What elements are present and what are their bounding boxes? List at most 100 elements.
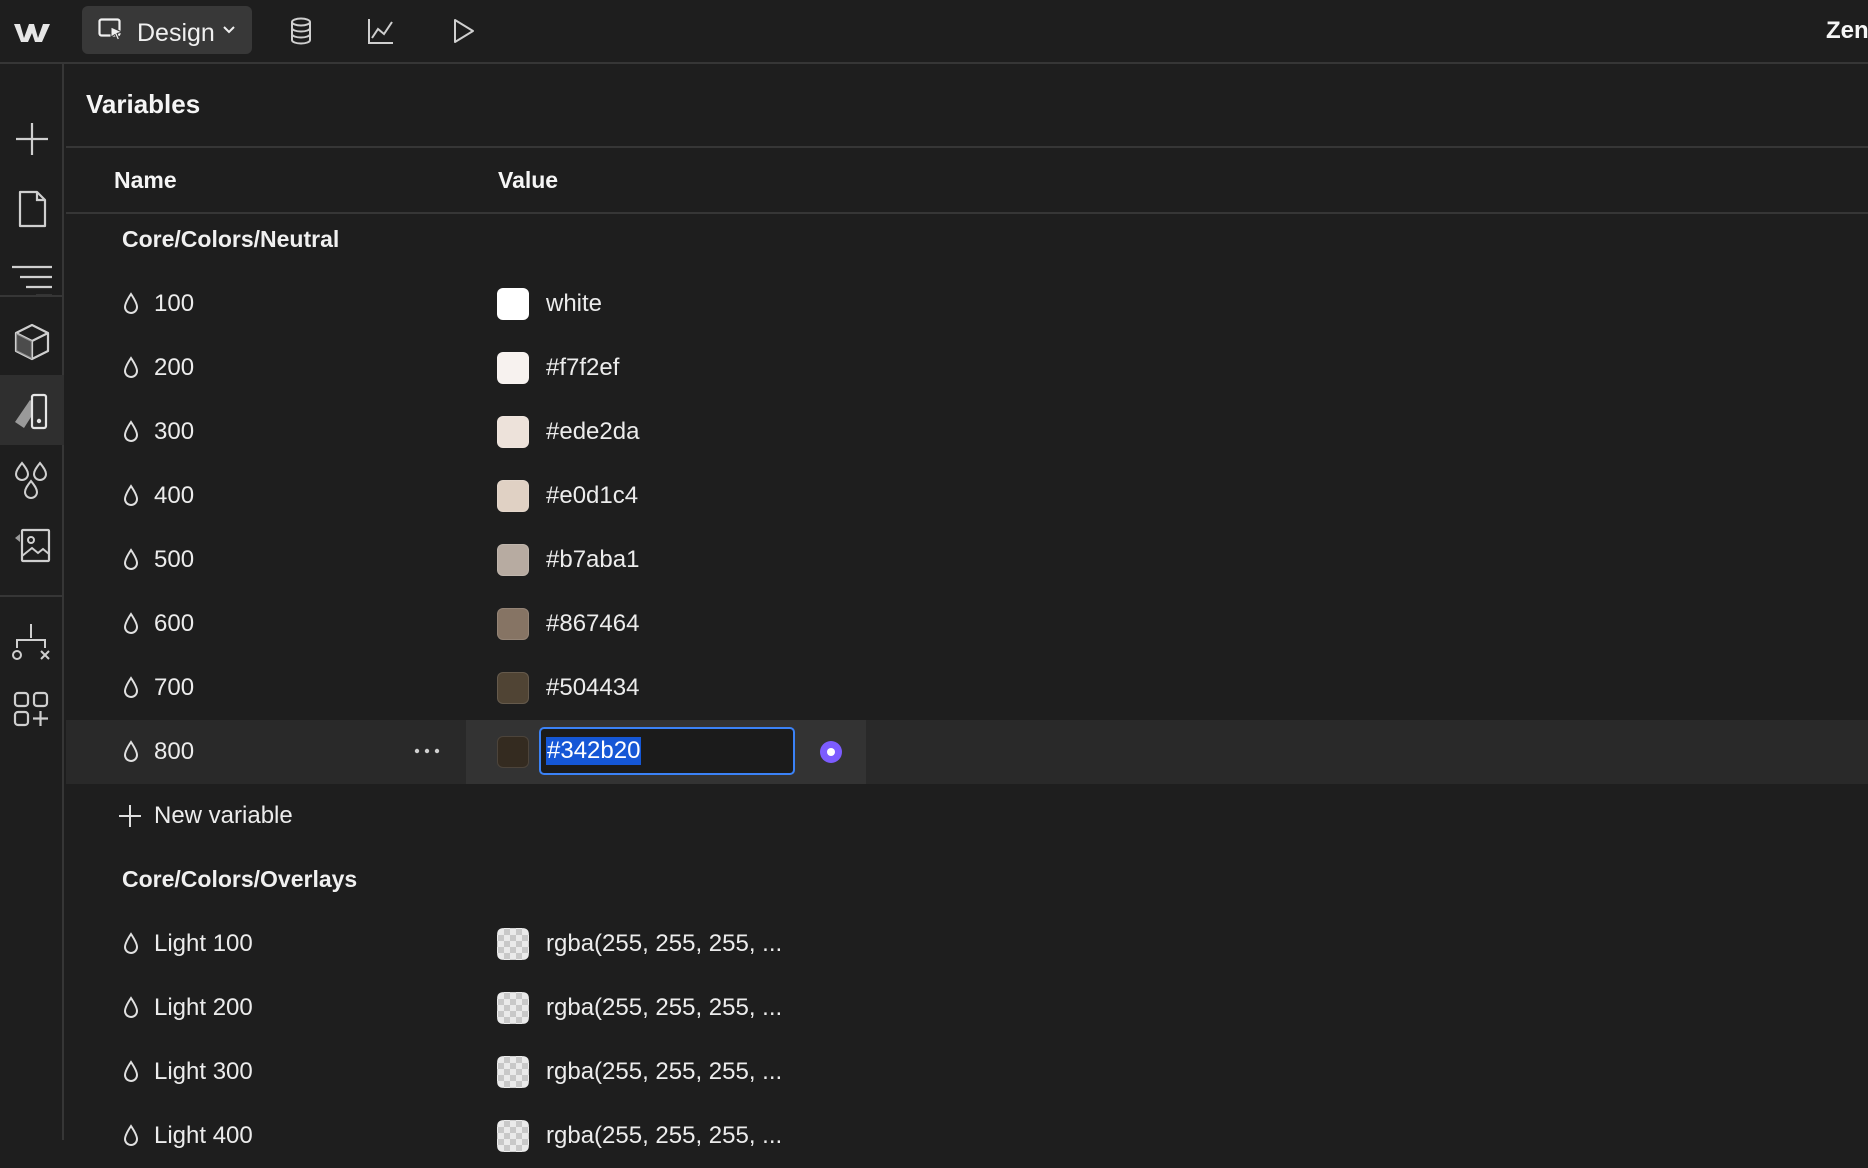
cursor-icon — [98, 18, 124, 41]
variable-row[interactable]: 100 white — [66, 272, 1868, 336]
rail-divider — [0, 295, 64, 297]
color-drop-icon — [123, 484, 139, 506]
plus-icon — [119, 805, 141, 827]
variable-name: Light 400 — [154, 1122, 253, 1149]
variable-name: 400 — [154, 482, 195, 509]
color-drop-icon — [123, 356, 139, 378]
header-divider — [66, 212, 1868, 214]
variable-value[interactable]: #ede2da — [546, 418, 639, 446]
variables-panel: Variables Name Value Core/Colors/Neutral… — [66, 64, 1868, 1152]
style-manager-icon — [15, 393, 48, 430]
variable-name: 700 — [154, 674, 195, 701]
color-swatch[interactable] — [497, 480, 529, 512]
database-icon[interactable] — [286, 16, 316, 46]
variable-row[interactable]: 600 #867464 — [66, 592, 1868, 656]
navigator-icon — [12, 265, 52, 297]
panel-title: Variables — [86, 89, 201, 119]
rail-variables-button[interactable] — [0, 442, 64, 512]
webflow-logo-icon[interactable] — [12, 14, 52, 48]
color-swatch[interactable] — [497, 608, 529, 640]
add-icon — [16, 123, 48, 155]
variable-value[interactable]: #867464 — [546, 610, 639, 638]
analytics-icon[interactable] — [366, 16, 396, 46]
rail-assets-button[interactable] — [0, 509, 64, 579]
selected-value-text: #342b20 — [546, 737, 642, 765]
assets-icon — [15, 528, 51, 563]
variable-name: Light 300 — [154, 1058, 253, 1085]
variable-row-selected[interactable]: 800 #342b20 — [66, 720, 1868, 784]
new-variable-label: New variable — [154, 802, 293, 829]
color-drop-icon — [123, 932, 139, 954]
color-drop-icon — [123, 612, 139, 634]
variable-name: 500 — [154, 546, 195, 573]
variable-row[interactable]: Light 200 rgba(255, 255, 255, ... — [66, 976, 1868, 1040]
design-mode-dropdown[interactable]: Design — [82, 6, 252, 54]
color-drop-icon — [123, 740, 139, 762]
color-swatch[interactable] — [497, 352, 529, 384]
variable-value[interactable]: #b7aba1 — [546, 546, 639, 574]
color-drop-icon — [123, 1124, 139, 1146]
variable-value[interactable]: white — [546, 290, 602, 318]
variable-row[interactable]: 700 #504434 — [66, 656, 1868, 720]
color-swatch[interactable] — [497, 288, 529, 320]
color-drop-icon — [123, 996, 139, 1018]
variable-name: 100 — [154, 290, 195, 317]
components-icon — [14, 323, 50, 361]
apps-icon — [13, 691, 49, 727]
rail-apps-button[interactable] — [0, 673, 64, 743]
transparent-swatch[interactable] — [497, 1056, 529, 1088]
variable-row[interactable]: Light 400 rgba(255, 255, 255, ... — [66, 1104, 1868, 1168]
play-icon[interactable] — [448, 16, 478, 46]
variable-name: 600 — [154, 610, 195, 637]
variable-row[interactable]: 300 #ede2da — [66, 400, 1868, 464]
variable-value[interactable]: #f7f2ef — [546, 354, 619, 382]
variable-row[interactable]: Light 300 rgba(255, 255, 255, ... — [66, 1040, 1868, 1104]
rail-pages-button[interactable] — [0, 172, 64, 242]
variable-value[interactable]: rgba(255, 255, 255, ... — [546, 1122, 782, 1150]
variable-value[interactable]: #e0d1c4 — [546, 482, 638, 510]
variable-name: Light 100 — [154, 930, 253, 957]
group-title-overlays[interactable]: Core/Colors/Overlays — [122, 866, 357, 893]
more-options-icon[interactable] — [413, 746, 441, 756]
variable-row[interactable]: 400 #e0d1c4 — [66, 464, 1868, 528]
color-swatch[interactable] — [497, 672, 529, 704]
title-divider — [66, 146, 1868, 148]
color-drop-icon — [123, 548, 139, 570]
variable-row[interactable]: 500 #b7aba1 — [66, 528, 1868, 592]
variable-value[interactable]: #504434 — [546, 674, 639, 702]
variable-name: Light 200 — [154, 994, 253, 1021]
value-edit-input[interactable]: #342b20 — [539, 727, 795, 775]
variables-icon — [14, 461, 48, 499]
color-swatch[interactable] — [497, 736, 529, 768]
variable-row[interactable]: 200 #f7f2ef — [66, 336, 1868, 400]
left-rail — [0, 64, 64, 1140]
rail-navigator-button[interactable] — [0, 240, 64, 310]
variable-row[interactable]: Light 100 rgba(255, 255, 255, ... — [66, 912, 1868, 976]
color-drop-icon — [123, 292, 139, 314]
transparent-swatch[interactable] — [497, 928, 529, 960]
mode-indicator-icon[interactable] — [819, 740, 843, 764]
column-header-name: Name — [114, 167, 177, 193]
variable-value[interactable]: rgba(255, 255, 255, ... — [546, 1058, 782, 1086]
variable-name: 300 — [154, 418, 195, 445]
rail-add-button[interactable] — [0, 102, 64, 172]
new-variable-button[interactable]: New variable — [66, 784, 666, 848]
color-swatch[interactable] — [497, 544, 529, 576]
variable-value[interactable]: rgba(255, 255, 255, ... — [546, 994, 782, 1022]
user-name[interactable]: Zen — [1826, 17, 1868, 45]
variable-value[interactable]: rgba(255, 255, 255, ... — [546, 930, 782, 958]
rail-logic-button[interactable] — [0, 605, 64, 675]
transparent-swatch[interactable] — [497, 992, 529, 1024]
color-swatch[interactable] — [497, 416, 529, 448]
variable-name: 800 — [154, 738, 195, 765]
rail-components-button[interactable] — [0, 305, 64, 375]
transparent-swatch[interactable] — [497, 1120, 529, 1152]
column-header-value: Value — [498, 167, 559, 193]
design-mode-label: Design — [137, 19, 215, 47]
top-bar: Design Zen — [0, 0, 1868, 64]
color-drop-icon — [123, 676, 139, 698]
logic-icon — [12, 624, 50, 660]
rail-style-manager-button[interactable] — [0, 375, 64, 445]
group-title-neutral[interactable]: Core/Colors/Neutral — [122, 226, 339, 253]
color-drop-icon — [123, 420, 139, 442]
